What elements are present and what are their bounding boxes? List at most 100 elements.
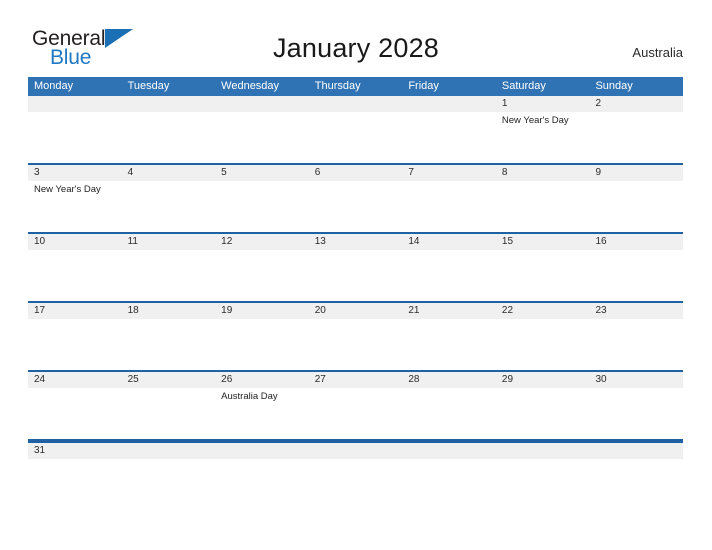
region-label: Australia bbox=[632, 45, 683, 60]
day-number[interactable] bbox=[309, 96, 403, 112]
day-cell[interactable] bbox=[28, 388, 122, 439]
day-cell[interactable] bbox=[122, 388, 216, 439]
day-cell[interactable] bbox=[122, 250, 216, 301]
day-number[interactable] bbox=[589, 443, 683, 459]
day-cell[interactable] bbox=[496, 388, 590, 439]
day-number[interactable]: 7 bbox=[402, 165, 496, 181]
weekday-header-tuesday: Tuesday bbox=[127, 80, 170, 92]
day-cell[interactable] bbox=[309, 250, 403, 301]
day-number[interactable]: 15 bbox=[496, 234, 590, 250]
week-date-numbers: 1 2 bbox=[28, 96, 683, 112]
day-number[interactable]: 5 bbox=[215, 165, 309, 181]
day-number[interactable]: 10 bbox=[28, 234, 122, 250]
week-event-row bbox=[28, 250, 683, 301]
day-cell[interactable] bbox=[309, 112, 403, 163]
day-cell[interactable] bbox=[496, 319, 590, 370]
calendar-grid: Monday Tuesday Wednesday Thursday Friday… bbox=[28, 77, 683, 471]
day-number[interactable]: 26 bbox=[215, 372, 309, 388]
day-number[interactable]: 16 bbox=[589, 234, 683, 250]
calendar-week-row: 1 2 New Year's Day bbox=[28, 96, 683, 165]
day-cell[interactable]: New Year's Day bbox=[496, 112, 590, 163]
day-cell[interactable] bbox=[28, 250, 122, 301]
day-number[interactable]: 21 bbox=[402, 303, 496, 319]
day-number[interactable]: 12 bbox=[215, 234, 309, 250]
day-cell[interactable]: New Year's Day bbox=[28, 181, 122, 232]
day-cell[interactable] bbox=[28, 112, 122, 163]
day-cell[interactable] bbox=[215, 112, 309, 163]
day-cell[interactable] bbox=[589, 459, 683, 471]
day-cell[interactable] bbox=[496, 459, 590, 471]
day-event-text: New Year's Day bbox=[34, 184, 101, 195]
day-cell[interactable] bbox=[122, 459, 216, 471]
day-number[interactable] bbox=[215, 443, 309, 459]
day-number[interactable]: 4 bbox=[122, 165, 216, 181]
day-number[interactable] bbox=[122, 96, 216, 112]
day-cell[interactable] bbox=[589, 319, 683, 370]
day-cell[interactable] bbox=[309, 459, 403, 471]
week-date-numbers: 24 25 26 27 28 29 30 bbox=[28, 372, 683, 388]
day-number[interactable]: 25 bbox=[122, 372, 216, 388]
day-number[interactable]: 18 bbox=[122, 303, 216, 319]
day-number[interactable]: 30 bbox=[589, 372, 683, 388]
week-date-numbers: 17 18 19 20 21 22 23 bbox=[28, 303, 683, 319]
day-number[interactable]: 31 bbox=[28, 443, 122, 459]
day-number[interactable] bbox=[309, 443, 403, 459]
day-number[interactable]: 9 bbox=[589, 165, 683, 181]
day-cell[interactable] bbox=[309, 181, 403, 232]
day-cell[interactable] bbox=[215, 319, 309, 370]
day-cell[interactable] bbox=[28, 459, 122, 471]
day-cell[interactable] bbox=[309, 319, 403, 370]
day-cell[interactable] bbox=[215, 250, 309, 301]
day-number[interactable]: 19 bbox=[215, 303, 309, 319]
day-cell[interactable] bbox=[215, 181, 309, 232]
week-date-numbers: 10 11 12 13 14 15 16 bbox=[28, 234, 683, 250]
calendar-week-row: 31 bbox=[28, 441, 683, 471]
day-number[interactable] bbox=[402, 96, 496, 112]
calendar-week-row: 24 25 26 27 28 29 30 Australia Day bbox=[28, 372, 683, 441]
day-number[interactable]: 24 bbox=[28, 372, 122, 388]
day-number[interactable]: 2 bbox=[589, 96, 683, 112]
day-cell[interactable] bbox=[122, 112, 216, 163]
day-cell[interactable] bbox=[589, 388, 683, 439]
day-cell[interactable] bbox=[28, 319, 122, 370]
day-cell[interactable] bbox=[402, 181, 496, 232]
day-cell[interactable]: Australia Day bbox=[215, 388, 309, 439]
day-cell[interactable] bbox=[589, 181, 683, 232]
day-cell[interactable] bbox=[496, 250, 590, 301]
day-number[interactable]: 22 bbox=[496, 303, 590, 319]
day-cell[interactable] bbox=[589, 250, 683, 301]
day-number[interactable]: 23 bbox=[589, 303, 683, 319]
day-number[interactable]: 17 bbox=[28, 303, 122, 319]
day-number[interactable] bbox=[28, 96, 122, 112]
day-cell[interactable] bbox=[496, 181, 590, 232]
weekday-header-thursday: Thursday bbox=[314, 80, 361, 92]
day-cell[interactable] bbox=[402, 112, 496, 163]
day-number[interactable]: 28 bbox=[402, 372, 496, 388]
day-number[interactable]: 3 bbox=[28, 165, 122, 181]
day-number[interactable]: 29 bbox=[496, 372, 590, 388]
day-number[interactable] bbox=[402, 443, 496, 459]
day-number[interactable]: 11 bbox=[122, 234, 216, 250]
day-number[interactable]: 8 bbox=[496, 165, 590, 181]
day-number[interactable]: 6 bbox=[309, 165, 403, 181]
day-cell[interactable] bbox=[402, 250, 496, 301]
weekday-header-saturday: Saturday bbox=[501, 80, 546, 92]
day-number[interactable]: 27 bbox=[309, 372, 403, 388]
day-number[interactable]: 20 bbox=[309, 303, 403, 319]
day-number[interactable] bbox=[496, 443, 590, 459]
day-number[interactable] bbox=[215, 96, 309, 112]
day-cell[interactable] bbox=[215, 459, 309, 471]
weekday-header-row: Monday Tuesday Wednesday Thursday Friday… bbox=[28, 77, 683, 96]
day-number[interactable]: 14 bbox=[402, 234, 496, 250]
day-number[interactable] bbox=[122, 443, 216, 459]
day-cell[interactable] bbox=[309, 388, 403, 439]
week-event-row bbox=[28, 459, 683, 471]
day-cell[interactable] bbox=[402, 319, 496, 370]
day-number[interactable]: 1 bbox=[496, 96, 590, 112]
day-cell[interactable] bbox=[589, 112, 683, 163]
day-number[interactable]: 13 bbox=[309, 234, 403, 250]
day-cell[interactable] bbox=[402, 388, 496, 439]
day-cell[interactable] bbox=[402, 459, 496, 471]
day-cell[interactable] bbox=[122, 319, 216, 370]
day-cell[interactable] bbox=[122, 181, 216, 232]
